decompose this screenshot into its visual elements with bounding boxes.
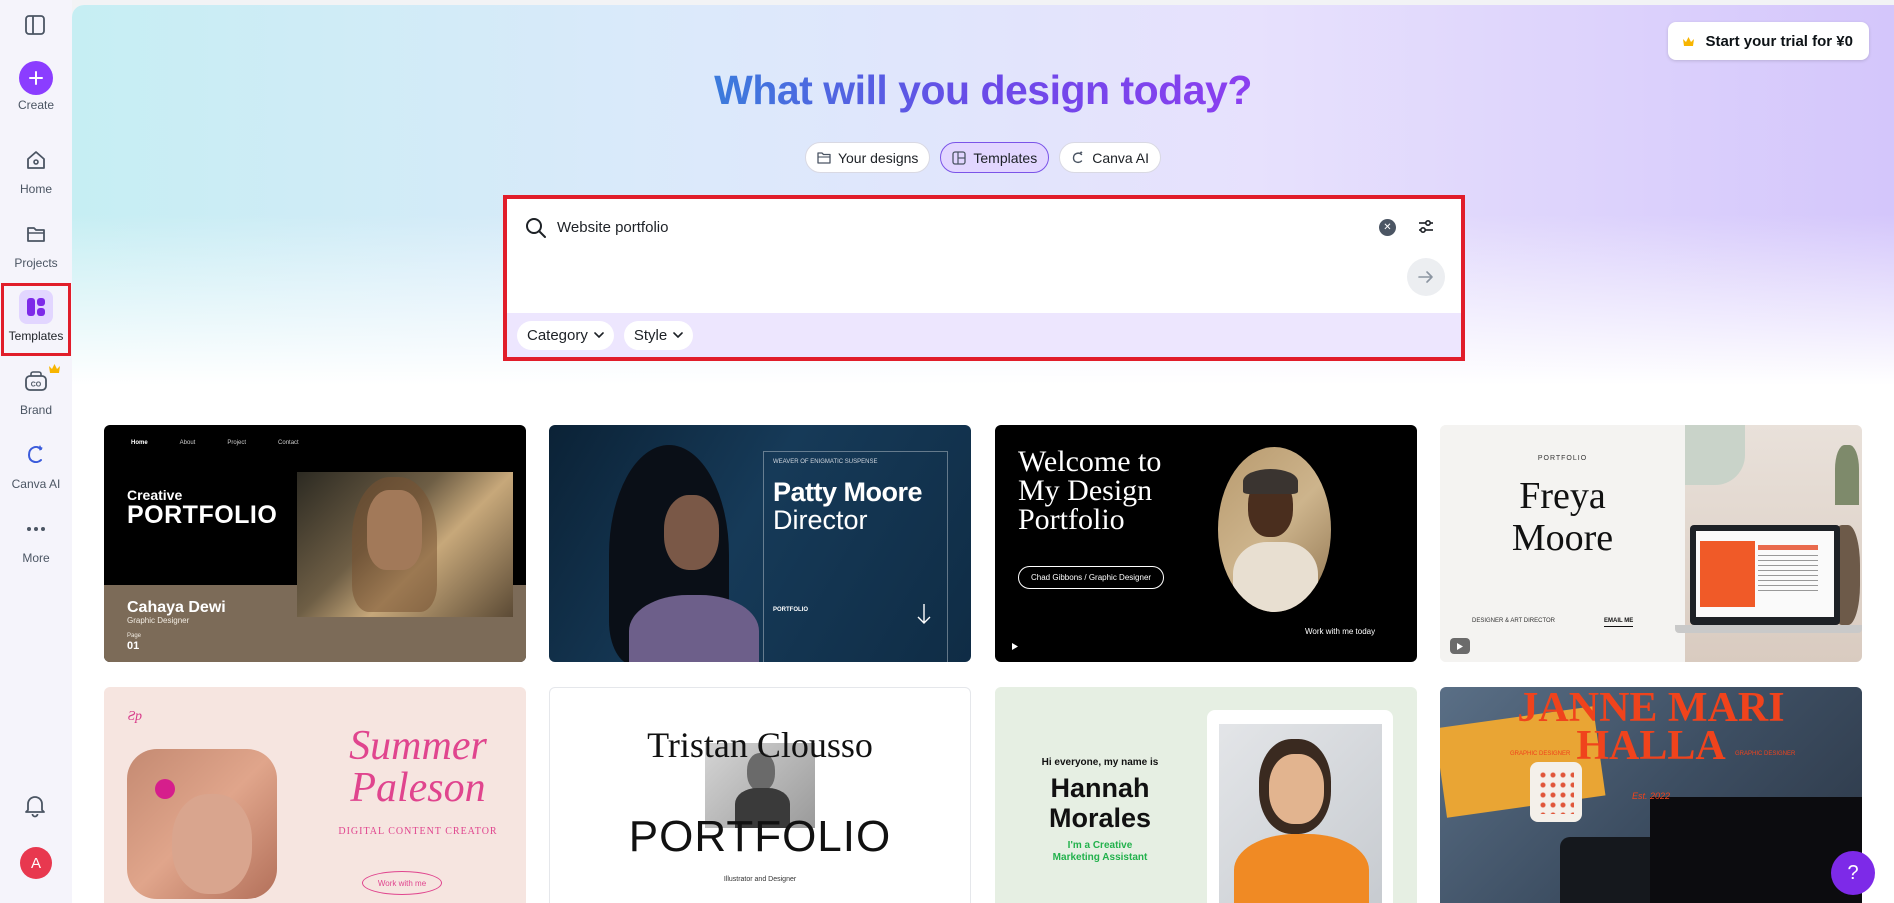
start-trial-button[interactable]: Start your trial for ¥0 xyxy=(1668,22,1869,60)
search-input[interactable]: Website portfolio xyxy=(557,219,668,236)
template-photo xyxy=(297,472,513,617)
sidebar-item-label: More xyxy=(22,551,50,565)
more-icon xyxy=(19,512,53,546)
search-input-area[interactable]: Website portfolio ✕ xyxy=(507,199,1461,313)
template-card[interactable]: PORTFOLIO Freya Moore DESIGNER & ART DIR… xyxy=(1440,425,1862,662)
highlight-templates xyxy=(1,283,71,356)
search-panel: Website portfolio ✕ Category Style xyxy=(503,195,1465,361)
submit-search-button[interactable] xyxy=(1407,258,1445,296)
main-content: Start your trial for ¥0 What will you de… xyxy=(72,5,1894,903)
dropdown-label: Category xyxy=(527,326,588,344)
chip-canva-ai[interactable]: Canva AI xyxy=(1059,142,1162,173)
template-card[interactable]: WEAVER OF ENIGMATIC SUSPENSE Patty Moore… xyxy=(549,425,971,662)
template-card[interactable]: JANNE MARI HALLA GRAPHIC DESIGNER GRAPHI… xyxy=(1440,687,1862,903)
trial-label: Start your trial for ¥0 xyxy=(1705,32,1853,50)
arrow-right-icon xyxy=(1418,271,1433,283)
folder-icon xyxy=(19,217,53,251)
sidebar-item-label: Create xyxy=(17,98,55,112)
plus-icon xyxy=(29,71,43,85)
template-photo xyxy=(1219,724,1382,903)
search-icon xyxy=(525,217,547,244)
chip-your-designs[interactable]: Your designs xyxy=(804,142,931,173)
style-dropdown[interactable]: Style xyxy=(623,320,694,350)
bell-icon[interactable] xyxy=(22,792,48,823)
template-photo xyxy=(1218,447,1331,612)
sidebar-item-label: Canva AI xyxy=(11,477,61,491)
page-title: What will you design today? xyxy=(714,67,1252,113)
chevron-down-icon xyxy=(594,332,604,338)
sidebar-item-brand[interactable]: CO Brand xyxy=(0,364,72,417)
template-photo xyxy=(127,749,277,899)
canva-ai-icon xyxy=(19,438,53,472)
category-dropdown[interactable]: Category xyxy=(517,320,614,350)
chevron-down-icon xyxy=(673,332,684,338)
template-nav: Home About Project Contact xyxy=(131,440,299,446)
chip-label: Templates xyxy=(973,149,1038,166)
sidebar-item-more[interactable]: More xyxy=(0,512,72,565)
sidebar: Create Home Projects Templates CO Brand … xyxy=(0,0,72,903)
play-icon[interactable] xyxy=(1450,638,1470,654)
template-card[interactable]: Hi everyone, my name is Hannah Morales I… xyxy=(995,687,1417,903)
templates-icon xyxy=(952,150,967,165)
chip-templates[interactable]: Templates xyxy=(940,142,1050,173)
folder-icon xyxy=(817,152,831,164)
sidebar-toggle-icon[interactable] xyxy=(24,14,48,38)
brand-icon: CO xyxy=(19,364,53,398)
template-card[interactable]: Ƨp Summer Paleson DIGITAL CONTENT CREATO… xyxy=(104,687,526,903)
sidebar-item-home[interactable]: Home xyxy=(0,143,72,196)
chip-label: Your designs xyxy=(837,149,919,166)
canva-ai-icon xyxy=(1073,150,1083,163)
create-button[interactable] xyxy=(19,61,53,95)
logo-icon: Ƨp xyxy=(128,709,142,724)
sidebar-item-label: Projects xyxy=(14,256,58,270)
sidebar-item-canva-ai[interactable]: Canva AI xyxy=(0,438,72,491)
sidebar-item-projects[interactable]: Projects xyxy=(0,217,72,270)
sidebar-item-label: Home xyxy=(19,182,52,196)
avatar[interactable]: A xyxy=(20,847,52,879)
dropdown-label: Style xyxy=(633,326,668,344)
crown-icon xyxy=(1683,36,1695,46)
home-icon xyxy=(19,143,53,177)
filter-icon[interactable] xyxy=(1417,218,1435,241)
search-filters: Category Style xyxy=(507,313,1461,357)
template-card[interactable]: Tristan Clousso PORTFOLIO Illustrator an… xyxy=(549,687,971,903)
template-card[interactable]: Welcome to My Design Portfolio Chad Gibb… xyxy=(995,425,1417,662)
arrow-down-icon xyxy=(917,604,931,624)
help-button[interactable]: ? xyxy=(1831,851,1875,895)
clear-search-icon[interactable]: ✕ xyxy=(1379,219,1396,236)
svg-text:CO: CO xyxy=(31,382,42,389)
template-card[interactable]: Home About Project Contact Creative PORT… xyxy=(104,425,526,662)
chip-label: Canva AI xyxy=(1092,149,1150,166)
search-mode-chips: Your designs Templates Canva AI xyxy=(72,142,1894,173)
sidebar-item-create[interactable]: Create xyxy=(0,98,72,112)
play-icon[interactable] xyxy=(1005,638,1025,654)
sidebar-item-label: Brand xyxy=(19,403,53,417)
